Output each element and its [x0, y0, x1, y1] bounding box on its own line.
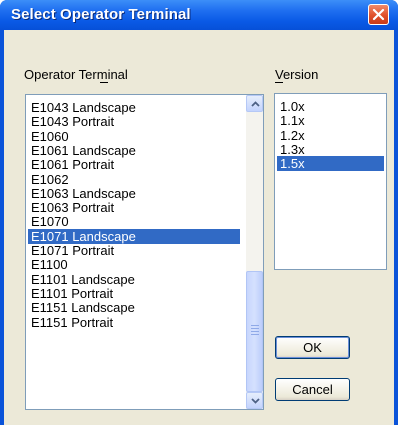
- list-item[interactable]: E1071 Portrait: [28, 243, 240, 258]
- grip-line: [251, 331, 259, 332]
- dialog-window: Select Operator Terminal Operator Termin…: [0, 0, 398, 425]
- list-item[interactable]: 1.0x: [277, 99, 384, 114]
- list-item[interactable]: E1063 Landscape: [28, 186, 240, 201]
- terminal-scrollbar[interactable]: [246, 95, 263, 409]
- dialog-body: Operator Terminal E1043 Landscape E1043 P…: [4, 30, 394, 425]
- version-list-label: Version: [275, 67, 318, 82]
- version-list-label-text: Version: [275, 67, 319, 82]
- close-icon: [372, 8, 385, 21]
- terminal-list-label-text: Operator Terminal: [24, 67, 128, 82]
- cancel-button[interactable]: Cancel: [275, 378, 350, 401]
- scroll-up-button[interactable]: [246, 95, 263, 112]
- chevron-down-icon: [251, 398, 260, 404]
- list-item[interactable]: E1062: [28, 172, 240, 187]
- list-item[interactable]: E1063 Portrait: [28, 200, 240, 215]
- list-item[interactable]: E1101 Portrait: [28, 286, 240, 301]
- list-item[interactable]: E1071 Landscape: [28, 228, 240, 244]
- title-bar[interactable]: Select Operator Terminal: [0, 0, 398, 30]
- grip-line: [251, 334, 259, 335]
- window-title: Select Operator Terminal: [11, 6, 191, 23]
- list-item[interactable]: E1101 Landscape: [28, 272, 240, 287]
- terminal-list-label: Operator Terminal: [24, 67, 128, 82]
- list-item[interactable]: E1100: [28, 257, 240, 272]
- list-item[interactable]: E1070: [28, 214, 240, 229]
- scroll-thumb[interactable]: [246, 271, 263, 392]
- list-item[interactable]: E1151 Portrait: [28, 315, 240, 330]
- list-item[interactable]: 1.1x: [277, 113, 384, 128]
- terminal-listbox[interactable]: E1043 Landscape E1043 Portrait E1060 E1061 …: [25, 94, 264, 410]
- grip-line: [251, 328, 259, 329]
- list-item[interactable]: E1043 Portrait: [28, 114, 240, 129]
- grip-line: [251, 325, 259, 326]
- list-item[interactable]: 1.3x: [277, 142, 384, 157]
- version-listbox[interactable]: 1.0x 1.1x 1.2x 1.3x 1.5x: [274, 93, 387, 270]
- mnemonic-underline-t: [100, 82, 108, 83]
- scroll-down-button[interactable]: [246, 392, 263, 409]
- list-item[interactable]: E1061 Landscape: [28, 143, 240, 158]
- list-item[interactable]: E1061 Portrait: [28, 157, 240, 172]
- ok-button[interactable]: OK: [275, 336, 350, 359]
- list-item[interactable]: E1043 Landscape: [28, 100, 240, 115]
- chevron-up-icon: [251, 101, 260, 107]
- list-item[interactable]: 1.5x: [277, 156, 384, 172]
- mnemonic-underline-v: [275, 82, 283, 83]
- close-button[interactable]: [368, 4, 389, 25]
- list-item[interactable]: 1.2x: [277, 128, 384, 143]
- list-item[interactable]: E1060: [28, 129, 240, 144]
- list-item[interactable]: E1151 Landscape: [28, 300, 240, 315]
